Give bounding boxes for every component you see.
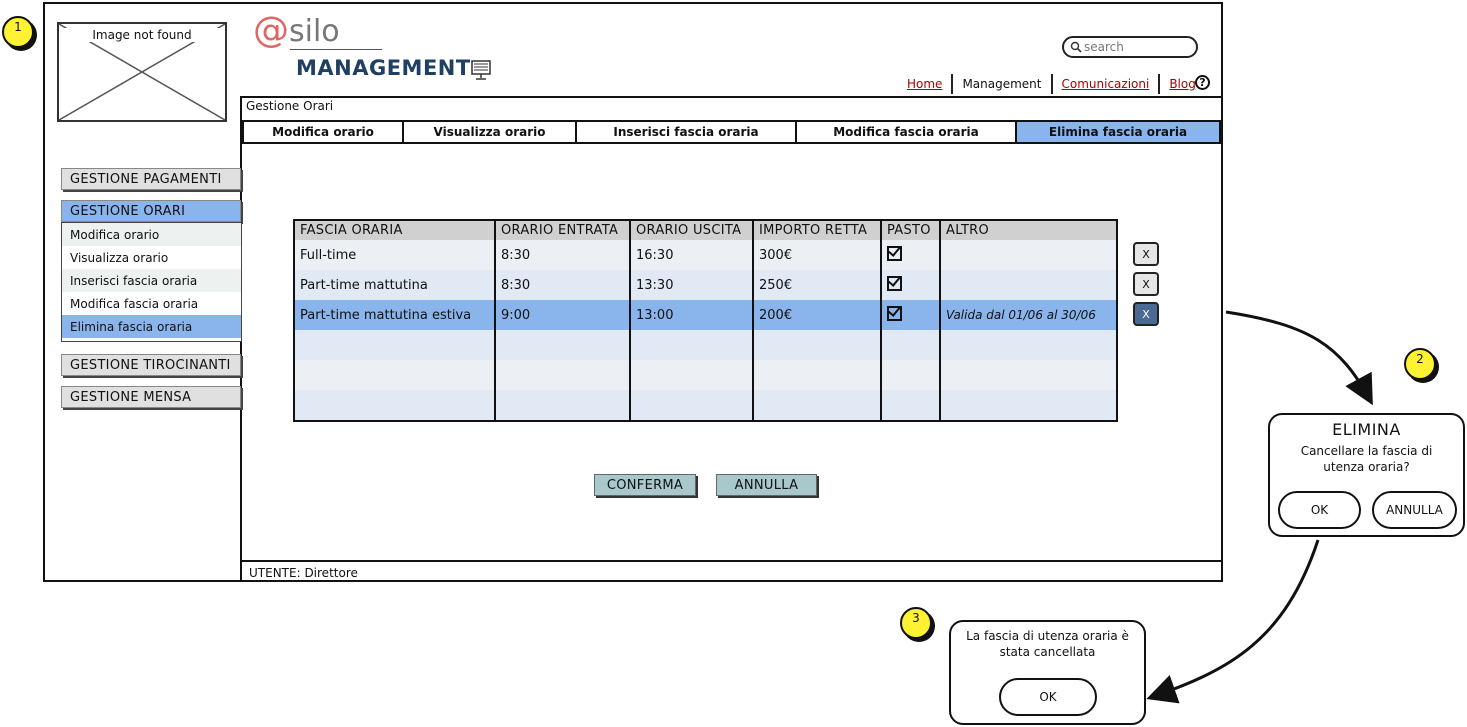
dialog-message: La fascia di utenza oraria è stata cance… bbox=[966, 629, 1129, 659]
dialog-message: Cancellare la fascia di utenza oraria? bbox=[1300, 444, 1433, 474]
arrow-to-dialog-conferma bbox=[1146, 539, 1320, 704]
annotation-badge-2: 2 bbox=[1404, 348, 1436, 380]
arrow-to-dialog-elimina bbox=[1225, 310, 1373, 406]
dialog-title: ELIMINA bbox=[1332, 420, 1401, 439]
flow-arrows bbox=[1146, 310, 1373, 704]
dialog-ok-button[interactable]: OK bbox=[1278, 491, 1361, 529]
dialog-annulla-button[interactable]: ANNULLA bbox=[1372, 491, 1457, 529]
dialog-ok-button[interactable]: OK bbox=[999, 678, 1097, 716]
annotation-badge-3: 3 bbox=[900, 607, 932, 639]
